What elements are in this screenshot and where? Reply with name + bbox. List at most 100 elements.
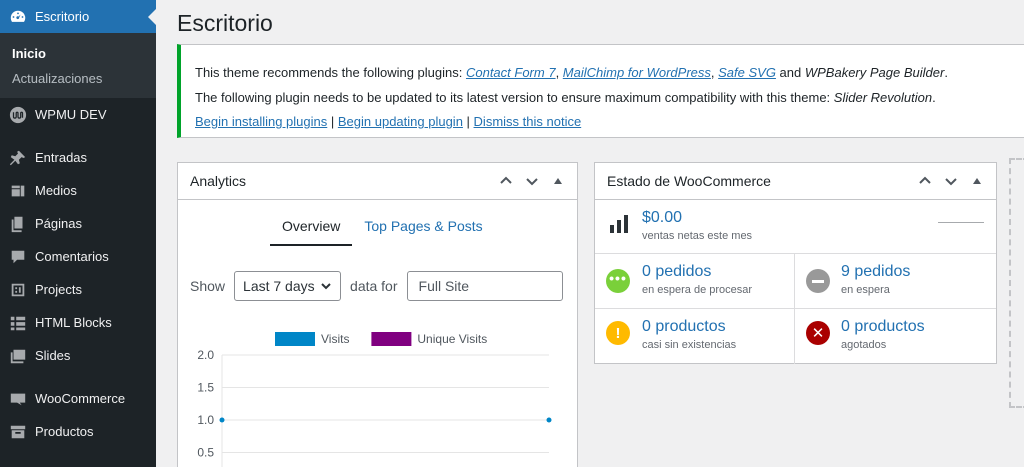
analytics-widget: Analytics Overview Top Pages & Posts Sho…: [177, 162, 578, 467]
y-tick-label: 1.5: [197, 381, 214, 395]
page-title: Escritorio: [177, 10, 273, 36]
processing-icon: •••: [606, 269, 630, 293]
menu-slides[interactable]: Slides: [0, 339, 156, 372]
y-tick-label: 0.5: [197, 446, 214, 460]
range-value: Last 7 days: [243, 278, 315, 294]
sparkline: [938, 222, 984, 223]
tab-overview[interactable]: Overview: [270, 208, 353, 246]
plugin-link-contact-form-7[interactable]: Contact Form 7: [466, 65, 556, 80]
dismiss-notice-link[interactable]: Dismiss this notice: [474, 114, 582, 129]
widget-drop-placeholder: [1009, 158, 1024, 408]
legend-swatch-1: [371, 332, 412, 346]
main-content: Escritorio This theme recommends the fol…: [156, 0, 1024, 467]
menu-productos[interactable]: Productos: [0, 415, 156, 448]
chevron-up-icon[interactable]: [493, 168, 519, 194]
y-tick-label: 2.0: [197, 348, 214, 362]
sales-label: ventas netas este mes: [642, 230, 753, 242]
range-select[interactable]: Last 7 days: [234, 271, 342, 301]
analytics-filter: Show Last 7 days data for Full Site: [190, 271, 563, 301]
menu-projects[interactable]: Projects: [0, 273, 156, 306]
out-of-stock-value: 0 productos: [841, 318, 925, 335]
menu-html-blocks[interactable]: HTML Blocks: [0, 306, 156, 339]
dashboard-submenu: Inicio Actualizaciones: [0, 33, 156, 98]
menu-entradas-label: Entradas: [35, 150, 88, 165]
submenu-item-inicio[interactable]: Inicio: [0, 41, 156, 66]
plugin-link-safe-svg[interactable]: Safe SVG: [718, 65, 776, 80]
archive-icon: [8, 422, 28, 442]
menu-wpmudev[interactable]: WPMU DEV: [0, 98, 156, 131]
menu-paginas[interactable]: Páginas: [0, 207, 156, 240]
chevron-down-icon[interactable]: [938, 168, 964, 194]
out-of-stock[interactable]: ✕ 0 productos agotados: [795, 309, 996, 364]
chevron-down-icon: [321, 283, 331, 290]
processing-orders[interactable]: ••• 0 pedidos en espera de procesar: [595, 254, 795, 308]
close-circle-icon: ✕: [806, 321, 830, 345]
tgmpa-notice: This theme recommends the following plug…: [177, 44, 1024, 138]
toggle-panel-icon[interactable]: [545, 168, 571, 194]
analytics-title: Analytics: [190, 173, 247, 189]
pages-icon: [8, 214, 28, 234]
site-value: Full Site: [418, 278, 470, 294]
menu-projects-label: Projects: [35, 282, 82, 297]
pushpin-icon: [8, 148, 28, 168]
tab-top-pages[interactable]: Top Pages & Posts: [352, 208, 494, 246]
menu-slides-label: Slides: [35, 348, 71, 363]
menu-productos-label: Productos: [35, 424, 94, 439]
minus-circle-icon: [806, 269, 830, 293]
site-input[interactable]: Full Site: [406, 271, 563, 301]
woo-header[interactable]: Estado de WooCommerce: [595, 163, 996, 200]
slides-icon: [8, 346, 28, 366]
processing-label: en espera de procesar: [642, 284, 753, 296]
onhold-label: en espera: [841, 284, 890, 296]
low-stock-value: 0 productos: [642, 318, 726, 335]
woo-title: Estado de WooCommerce: [607, 173, 771, 189]
chevron-up-icon[interactable]: [912, 168, 938, 194]
plugin-slider-revolution: Slider Revolution: [833, 90, 933, 105]
begin-installing-link[interactable]: Begin installing plugins: [195, 114, 327, 129]
submenu-item-actualizaciones[interactable]: Actualizaciones: [0, 66, 156, 91]
sales-value: $0.00: [642, 209, 683, 226]
notice-actions: Begin installing plugins | Begin updatin…: [195, 114, 582, 129]
menu-html-blocks-label: HTML Blocks: [35, 315, 112, 330]
onhold-orders[interactable]: 9 pedidos en espera: [795, 254, 996, 308]
out-of-stock-label: agotados: [841, 339, 887, 351]
bar-chart-icon: [610, 215, 628, 233]
dashboard-icon: [8, 7, 28, 27]
menu-medios[interactable]: Medios: [0, 174, 156, 207]
data-point-0-0: [219, 417, 225, 423]
menu-woocommerce-label: WooCommerce: [35, 391, 126, 406]
woocommerce-icon: [8, 389, 28, 409]
stock-row: ! 0 productos casi sin existencias ✕ 0 p…: [595, 309, 996, 364]
menu-paginas-label: Páginas: [35, 216, 82, 231]
sales-row[interactable]: $0.00 ventas netas este mes: [595, 200, 996, 254]
processing-value: 0 pedidos: [642, 263, 712, 280]
menu-dashboard[interactable]: Escritorio: [0, 0, 156, 33]
analytics-tabs: Overview Top Pages & Posts: [270, 208, 495, 246]
y-tick-label: 1.0: [197, 413, 214, 427]
menu-dashboard-label: Escritorio: [35, 9, 90, 24]
plugin-wpbakery: WPBakery Page Builder: [804, 65, 945, 80]
data-point-0-1: [546, 417, 552, 423]
warning-icon: !: [606, 321, 630, 345]
toggle-panel-icon[interactable]: [964, 168, 990, 194]
begin-updating-link[interactable]: Begin updating plugin: [338, 114, 463, 129]
show-label: Show: [190, 278, 226, 294]
menu-entradas[interactable]: Entradas: [0, 141, 156, 174]
analytics-chart: Visits Unique Visits 2.0 1.5 1.0 0.5: [197, 332, 552, 467]
analytics-header[interactable]: Analytics: [178, 163, 577, 200]
menu-woocommerce[interactable]: WooCommerce: [0, 382, 156, 415]
blocks-icon: [8, 313, 28, 333]
plugin-link-mailchimp[interactable]: MailChimp for WordPress: [563, 65, 711, 80]
data-for-label: data for: [350, 278, 398, 294]
notice-line-recommend: This theme recommends the following plug…: [195, 65, 948, 80]
menu-comentarios[interactable]: Comentarios: [0, 240, 156, 273]
wpmudev-icon: [8, 105, 28, 125]
chevron-down-icon[interactable]: [519, 168, 545, 194]
media-icon: [8, 181, 28, 201]
legend-label-1: Unique Visits: [417, 332, 487, 346]
low-stock[interactable]: ! 0 productos casi sin existencias: [595, 309, 795, 364]
notice-line-update: The following plugin needs to be updated…: [195, 90, 936, 105]
menu-medios-label: Medios: [35, 183, 77, 198]
comment-icon: [8, 247, 28, 267]
menu-comentarios-label: Comentarios: [35, 249, 109, 264]
